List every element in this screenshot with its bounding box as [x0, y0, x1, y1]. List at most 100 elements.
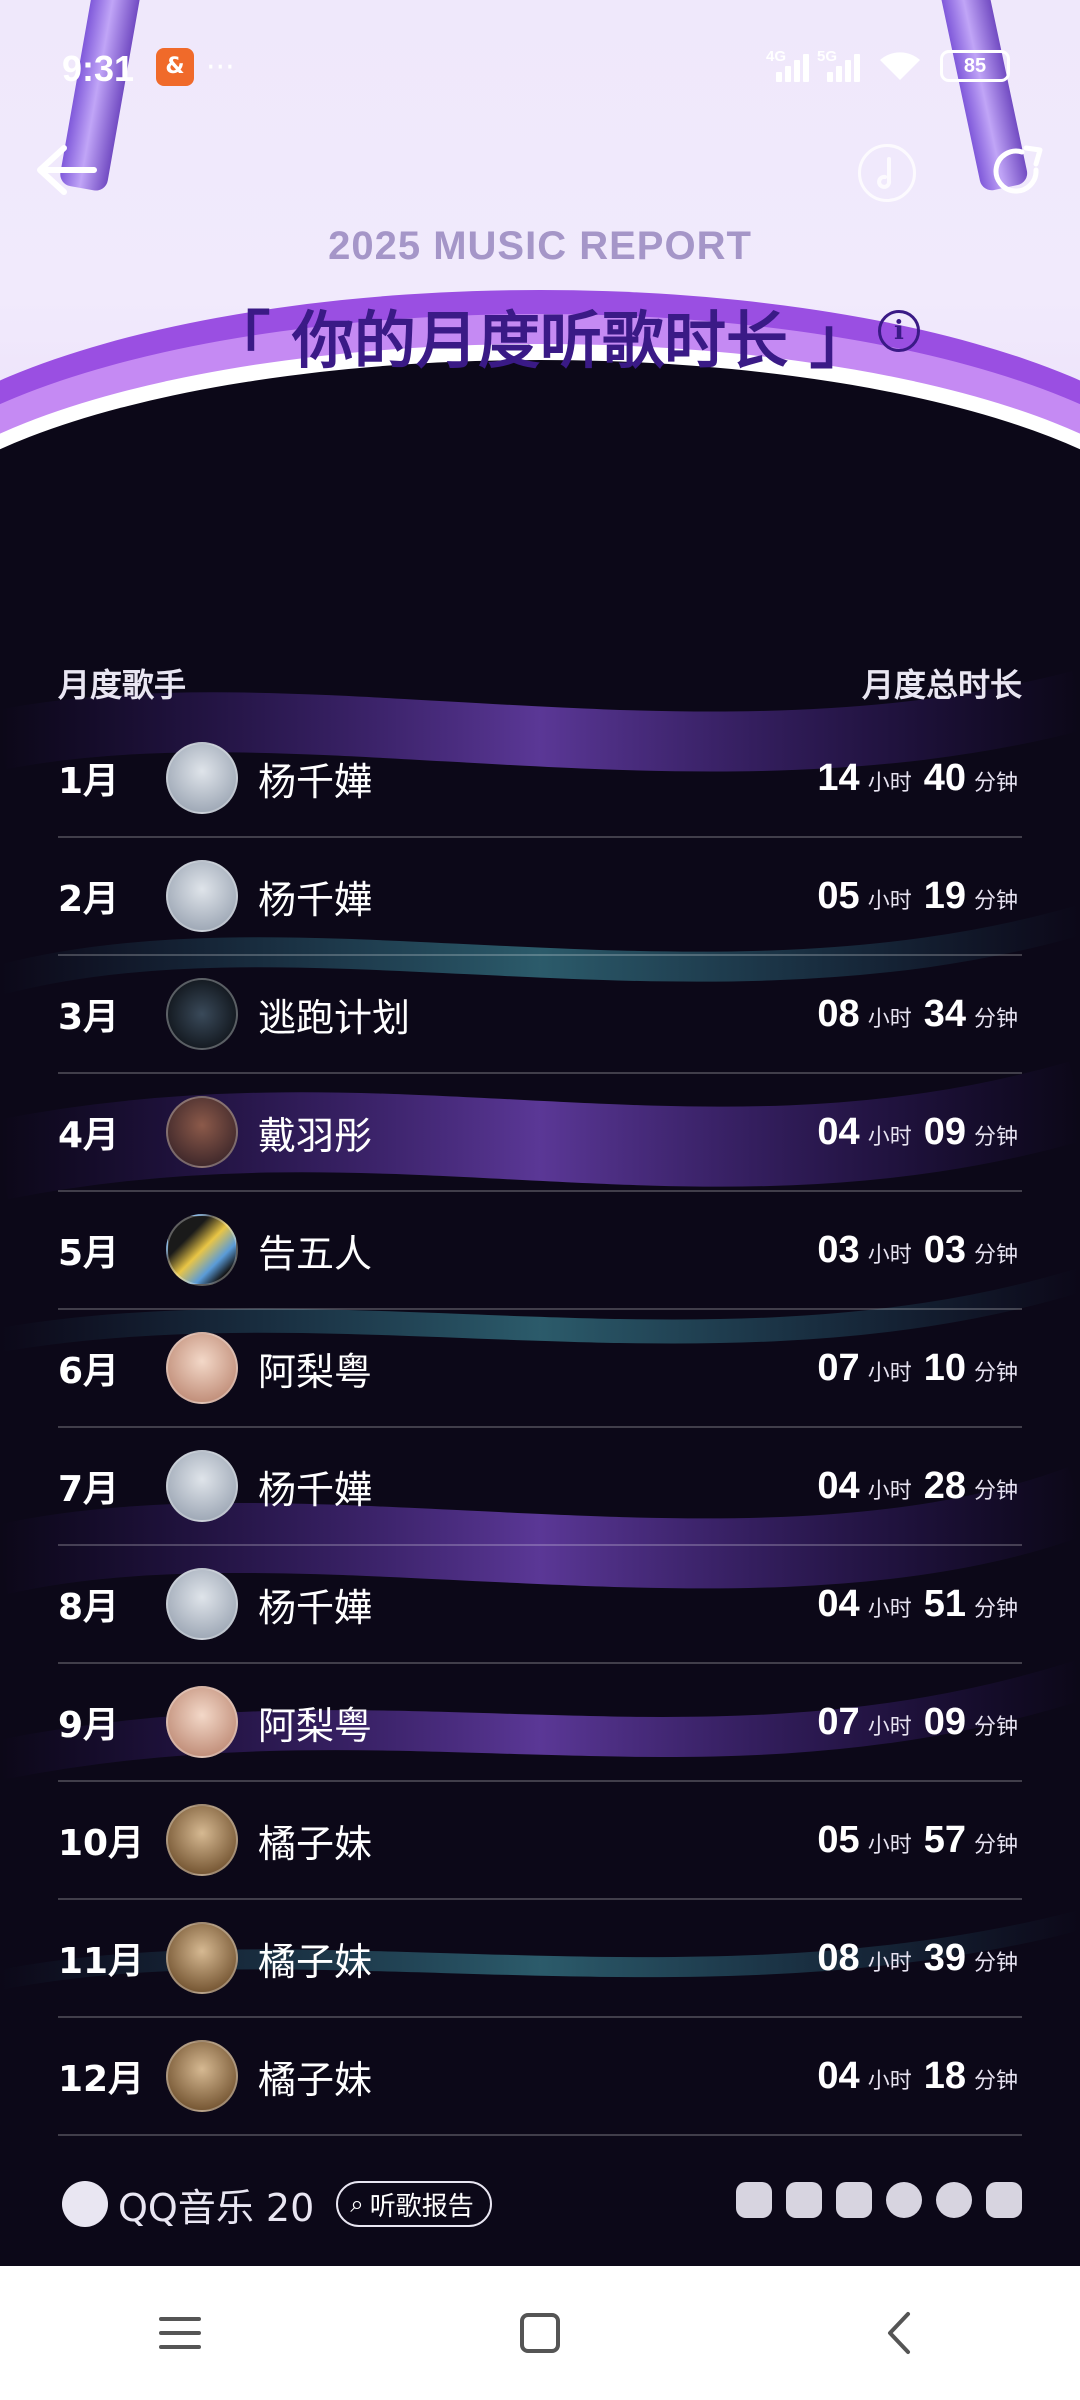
signal-4g-label: 4G: [766, 48, 787, 65]
hour-unit: 小时: [867, 770, 912, 796]
duration-minutes: 18: [923, 2054, 966, 2097]
duration-minutes: 03: [923, 1228, 966, 1271]
duration: 07 小时 09 分钟: [817, 1701, 1022, 1744]
artist-name[interactable]: 杨千嬅: [258, 751, 817, 806]
duration-minutes: 09: [923, 1700, 966, 1743]
row-month: 7月: [58, 1469, 120, 1510]
duration-minutes: 40: [923, 756, 966, 799]
artist-name[interactable]: 杨千嬅: [258, 1459, 817, 1514]
artist-name[interactable]: 逃跑计划: [258, 987, 817, 1042]
table-row[interactable]: 9月 阿梨粤 07 小时 09 分钟: [58, 1664, 1022, 1782]
badge-gear-icon: [836, 2182, 872, 2218]
decorative-arc: [0, 360, 1080, 540]
artist-avatar[interactable]: [166, 1922, 238, 1994]
duration-hours: 08: [817, 1936, 860, 1979]
table-row[interactable]: 2月 杨千嬅 05 小时 19 分钟: [58, 838, 1022, 956]
menu-icon[interactable]: [140, 2293, 220, 2373]
share-icon[interactable]: [990, 142, 1052, 204]
duration-hours: 04: [817, 1464, 860, 1507]
artist-name[interactable]: 杨千嬅: [258, 1577, 817, 1632]
hour-unit: 小时: [867, 888, 912, 914]
hour-unit: 小时: [867, 1478, 912, 1504]
artist-name[interactable]: 戴羽彤: [258, 1105, 817, 1160]
row-month: 1月: [58, 761, 120, 802]
duration-minutes: 57: [923, 1818, 966, 1861]
artist-name[interactable]: 杨千嬅: [258, 869, 817, 924]
table-row[interactable]: 3月 逃跑计划 08 小时 34 分钟: [58, 956, 1022, 1074]
duration-minutes: 34: [923, 992, 966, 1035]
row-month: 2月: [58, 879, 120, 920]
home-icon[interactable]: [500, 2293, 580, 2373]
artist-avatar[interactable]: [166, 1568, 238, 1640]
footer-brand: QQ音乐 20 ⌕ 听歌报告: [62, 2176, 492, 2232]
hour-unit: 小时: [867, 2068, 912, 2094]
column-header-artist: 月度歌手: [58, 666, 187, 704]
minute-unit: 分钟: [973, 1478, 1018, 1504]
listening-report-pill[interactable]: ⌕ 听歌报告: [336, 2181, 492, 2227]
badge-flower-icon: [986, 2182, 1022, 2218]
duration: 05 小时 19 分钟: [817, 875, 1022, 918]
duration: 04 小时 09 分钟: [817, 1111, 1022, 1154]
artist-avatar[interactable]: [166, 1214, 238, 1286]
hour-unit: 小时: [867, 1832, 912, 1858]
table-row[interactable]: 4月 戴羽彤 04 小时 09 分钟: [58, 1074, 1022, 1192]
hour-unit: 小时: [867, 1714, 912, 1740]
info-icon[interactable]: i: [878, 310, 920, 352]
artist-name[interactable]: 橘子妹: [258, 2049, 817, 2104]
table-row[interactable]: 12月 橘子妹 04 小时 18 分钟: [58, 2018, 1022, 2136]
table-row[interactable]: 7月 杨千嬅 04 小时 28 分钟: [58, 1428, 1022, 1546]
artist-name[interactable]: 阿梨粤: [258, 1695, 817, 1750]
back-icon[interactable]: [860, 2293, 940, 2373]
music-note-icon[interactable]: [858, 144, 916, 202]
back-arrow-icon[interactable]: [30, 140, 110, 210]
row-month: 12月: [58, 2059, 145, 2100]
minute-unit: 分钟: [973, 2068, 1018, 2094]
table-row[interactable]: 1月 杨千嬅 14 小时 40 分钟: [58, 720, 1022, 838]
artist-avatar[interactable]: [166, 1686, 238, 1758]
artist-name[interactable]: 橘子妹: [258, 1813, 817, 1868]
artist-avatar[interactable]: [166, 978, 238, 1050]
wifi-icon: [878, 48, 922, 82]
badge-heart-icon: [786, 2182, 822, 2218]
duration-hours: 05: [817, 874, 860, 917]
row-month: 8月: [58, 1587, 120, 1628]
hour-unit: 小时: [867, 1006, 912, 1032]
artist-avatar[interactable]: [166, 1096, 238, 1168]
duration-minutes: 19: [923, 874, 966, 917]
minute-unit: 分钟: [973, 1832, 1018, 1858]
duration-minutes: 10: [923, 1346, 966, 1389]
artist-avatar[interactable]: [166, 2040, 238, 2112]
artist-avatar[interactable]: [166, 1450, 238, 1522]
badge-planet-icon: [936, 2182, 972, 2218]
duration-hours: 05: [817, 1818, 860, 1861]
table-row[interactable]: 11月 橘子妹 08 小时 39 分钟: [58, 1900, 1022, 2018]
artist-avatar[interactable]: [166, 1804, 238, 1876]
artist-name[interactable]: 阿梨粤: [258, 1341, 817, 1396]
table-row[interactable]: 8月 杨千嬅 04 小时 51 分钟: [58, 1546, 1022, 1664]
achievement-badges: [736, 2182, 1022, 2218]
artist-avatar[interactable]: [166, 1332, 238, 1404]
signal-5g-icon: 5G: [817, 48, 860, 82]
row-month: 3月: [58, 997, 120, 1038]
hour-unit: 小时: [867, 1124, 912, 1150]
more-notifications-icon: ···: [206, 50, 235, 85]
row-month: 4月: [58, 1115, 120, 1156]
artist-avatar[interactable]: [166, 742, 238, 814]
duration-hours: 03: [817, 1228, 860, 1271]
duration-hours: 04: [817, 1110, 860, 1153]
duration: 14 小时 40 分钟: [817, 757, 1022, 800]
artist-name[interactable]: 橘子妹: [258, 1931, 817, 1986]
duration-minutes: 09: [923, 1110, 966, 1153]
duration: 07 小时 10 分钟: [817, 1347, 1022, 1390]
battery-icon: 85: [940, 50, 1010, 82]
table-row[interactable]: 5月 告五人 03 小时 03 分钟: [58, 1192, 1022, 1310]
table-row[interactable]: 6月 阿梨粤 07 小时 10 分钟: [58, 1310, 1022, 1428]
table-row[interactable]: 10月 橘子妹 05 小时 57 分钟: [58, 1782, 1022, 1900]
hour-unit: 小时: [867, 1242, 912, 1268]
hour-unit: 小时: [867, 1360, 912, 1386]
signal-4g-icon: 4G: [766, 48, 809, 82]
duration-hours: 08: [817, 992, 860, 1035]
artist-name[interactable]: 告五人: [258, 1223, 817, 1278]
row-month: 11月: [58, 1941, 145, 1982]
artist-avatar[interactable]: [166, 860, 238, 932]
